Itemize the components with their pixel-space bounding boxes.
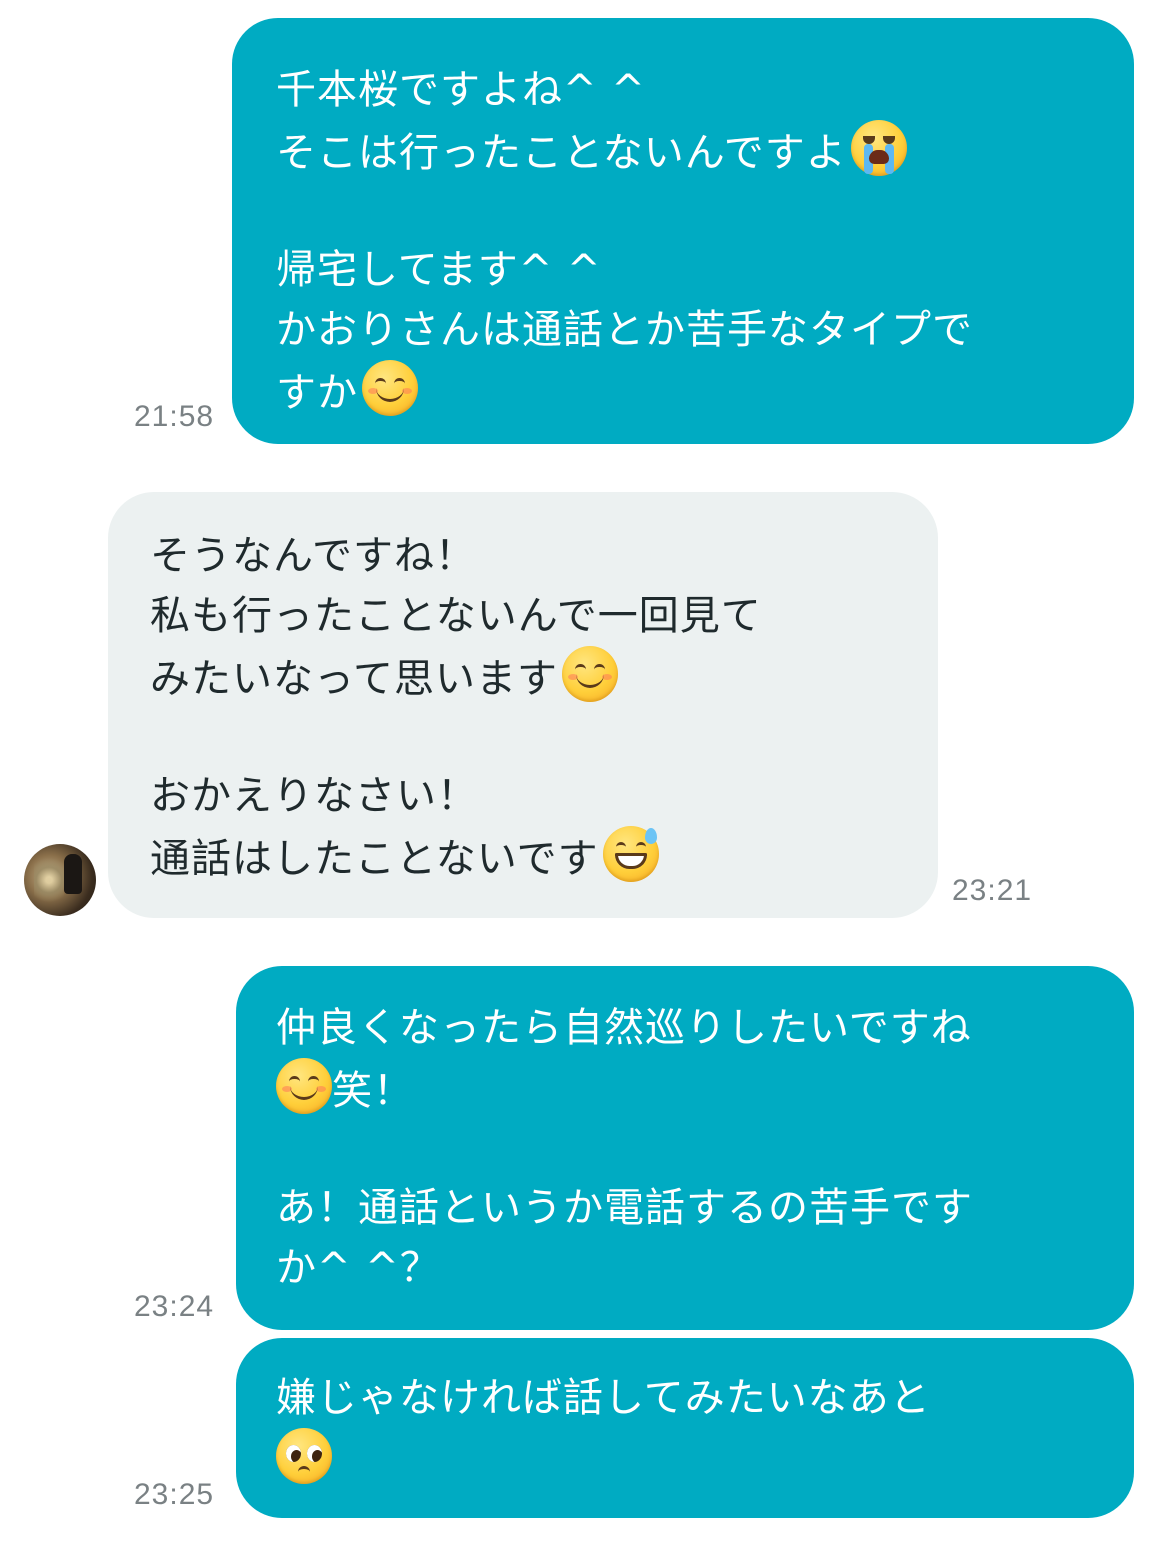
contact-avatar[interactable] bbox=[24, 844, 96, 916]
message-text-line: すか bbox=[276, 360, 1134, 420]
message-text-line: か^ ^？ bbox=[276, 1245, 441, 1291]
message-timestamp: 21:58 bbox=[134, 400, 215, 433]
outgoing-message-bubble[interactable]: 嫌じゃなければ話してみたいなあと bbox=[236, 1338, 1134, 1518]
grinning-sweat-emoji-icon bbox=[602, 826, 659, 882]
message-text-line: 千本桜ですよね^ ^ bbox=[276, 67, 646, 113]
outgoing-message-bubble[interactable]: 千本桜ですよね^ ^ そこは行ったことないんですよ 帰宅してます^ ^ かおりさ… bbox=[232, 18, 1134, 444]
message-text-line: 私も行ったことないんで一回見て bbox=[150, 593, 762, 639]
message-text-line: 帰宅してます^ ^ bbox=[276, 247, 602, 293]
smiling-face-emoji-icon bbox=[362, 360, 418, 416]
outgoing-message-bubble[interactable]: 仲良くなったら自然巡りしたいですね 笑！ あ！通話というか電話するの苦手です か… bbox=[236, 966, 1134, 1330]
message-text-line: そうなんですね！ bbox=[150, 533, 476, 579]
message-text-line: そこは行ったことないんですよ bbox=[276, 120, 1134, 180]
message-text-line: 嫌じゃなければ話してみたいなあと bbox=[276, 1375, 931, 1421]
message-text-line: 通話はしたことないです bbox=[150, 826, 938, 886]
message-text-line: おかえりなさい！ bbox=[150, 773, 478, 819]
smiling-face-emoji-icon bbox=[276, 1058, 332, 1114]
message-text-line bbox=[276, 1428, 1134, 1488]
incoming-message-bubble[interactable]: そうなんですね！ 私も行ったことないんで一回見て みたいなって思います おかえり… bbox=[108, 492, 938, 918]
loudly-crying-face-emoji-icon bbox=[850, 120, 907, 176]
message-text-line: かおりさんは通話とか苦手なタイプで bbox=[276, 307, 973, 353]
pleading-face-emoji-icon bbox=[276, 1428, 332, 1484]
message-text-line: 仲良くなったら自然巡りしたいですね bbox=[276, 1005, 972, 1051]
message-timestamp: 23:25 bbox=[134, 1478, 215, 1511]
message-text-line: 笑！ bbox=[276, 1058, 1134, 1118]
message-timestamp: 23:24 bbox=[134, 1290, 215, 1323]
message-text-line: みたいなって思います bbox=[150, 646, 938, 706]
message-timestamp: 23:21 bbox=[952, 874, 1033, 907]
smiling-face-emoji-icon bbox=[562, 646, 618, 702]
message-text-line: あ！通話というか電話するの苦手です bbox=[276, 1185, 973, 1231]
